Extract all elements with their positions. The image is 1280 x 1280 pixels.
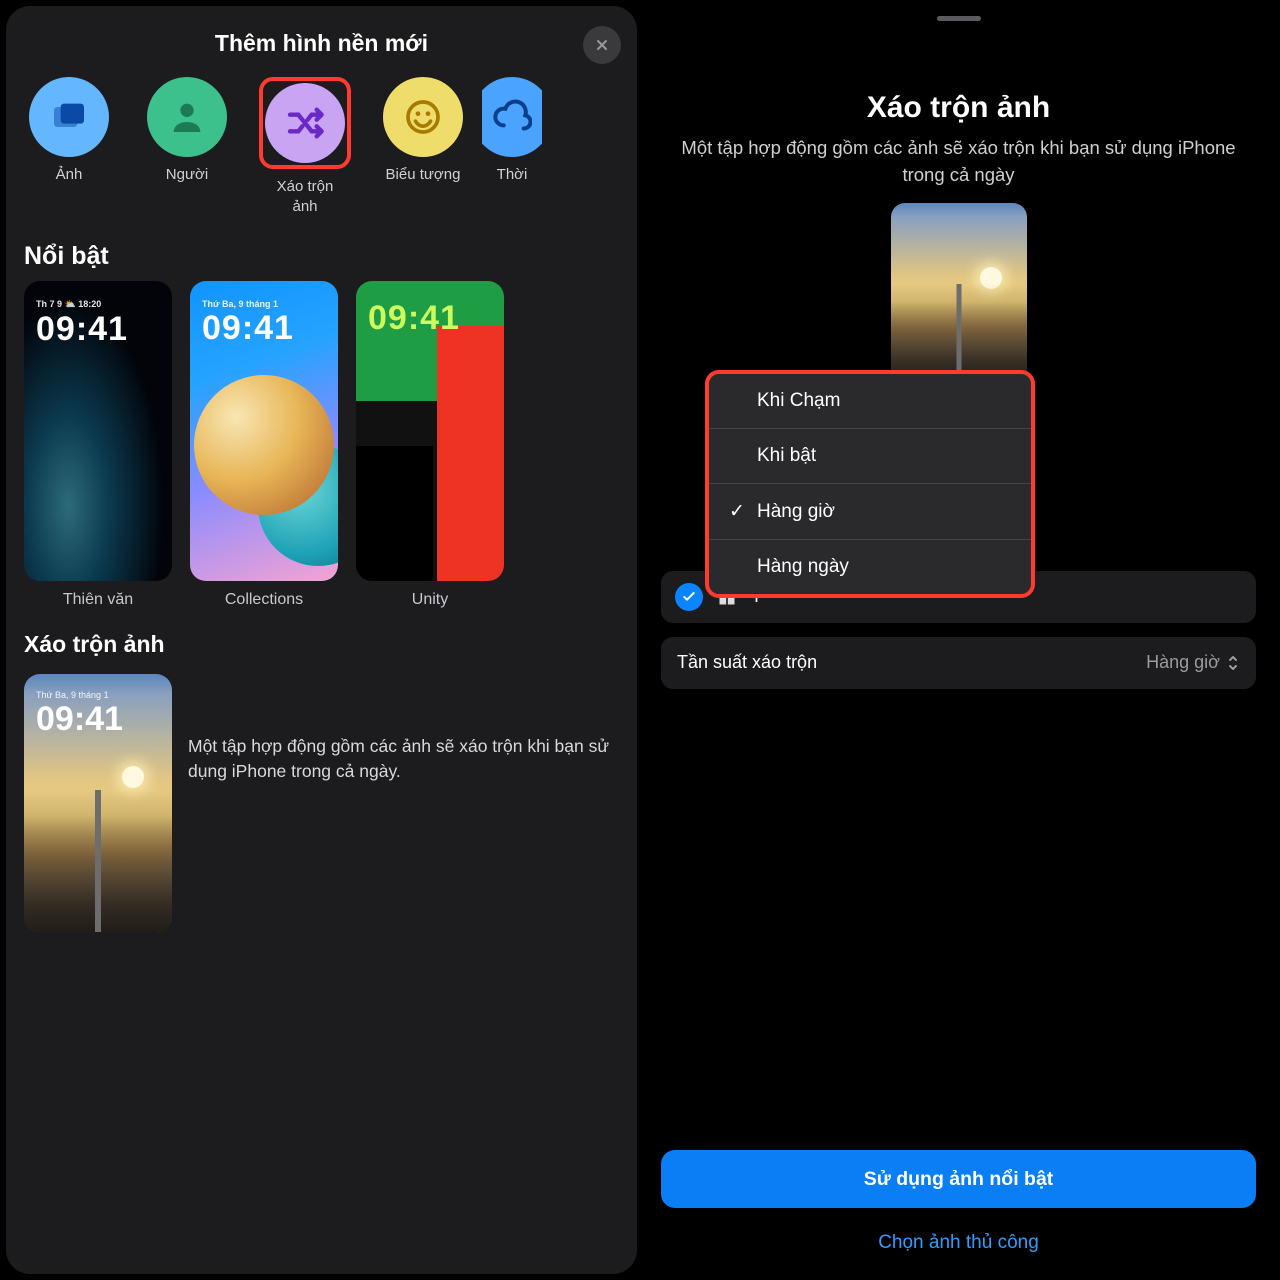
category-weather[interactable]: Thời [482,73,542,218]
frequency-label: Tần suất xáo trộn [677,652,817,673]
menu-item-daily[interactable]: Hàng ngày [709,540,1031,594]
shuffle-section: Thứ Ba, 9 tháng 1 09:41 Một tập hợp động… [6,668,637,938]
wallpaper-picker-screen: Thêm hình nền mới Ảnh Người Xáo trộn ảnh… [6,6,637,1274]
drag-indicator[interactable] [937,16,981,21]
radio-selected [675,583,703,611]
check-icon [681,589,697,605]
featured-thumbnails: Th 7 9 ⛅ 18:2009:41 Thiên văn Thứ Ba, 9 … [6,281,637,609]
frequency-value: Hàng giờ [1146,652,1220,673]
shuffle-description: Một tập hợp động gồm các ảnh sẽ xáo trộn… [188,674,619,785]
featured-item-unity[interactable]: 09:41 Unity [356,281,504,609]
highlight-marker [259,77,351,169]
frequency-menu: Khi Chạm Khi bật ✓Hàng giờ Hàng ngày [705,370,1035,598]
thumb-label: Collections [225,591,303,609]
menu-item-on-wake[interactable]: Khi bật [709,429,1031,484]
category-shuffle[interactable]: Xáo trộn ảnh [246,73,364,218]
thumb-label: Unity [412,591,448,609]
updown-icon [1226,654,1240,672]
wallpaper-preview: 09:41 [356,281,504,581]
person-icon [167,97,207,137]
close-button[interactable] [583,26,621,64]
close-icon [594,37,610,53]
thumb-label: Thiên văn [63,591,133,609]
weather-icon [492,97,532,137]
shuffle-settings-screen: Xáo trộn ảnh Một tập hợp động gồm các ản… [643,6,1274,1274]
choose-manually-link[interactable]: Chọn ảnh thủ công [661,1232,1256,1254]
category-label: Biểu tượng [386,165,461,185]
menu-item-hourly[interactable]: ✓Hàng giờ [709,484,1031,540]
use-featured-button[interactable]: Sử dụng ảnh nổi bật [661,1150,1256,1208]
shuffle-preview[interactable]: Thứ Ba, 9 tháng 1 09:41 [24,674,172,932]
shuffle-icon [285,103,325,143]
category-label: Thời [497,165,528,185]
menu-item-on-tap[interactable]: Khi Chạm [709,374,1031,429]
category-photos[interactable]: Ảnh [10,73,128,218]
shuffle-preview-large [891,203,1027,383]
category-emoji[interactable]: Biểu tượng [364,73,482,218]
wallpaper-preview: Thứ Ba, 9 tháng 109:41 [190,281,338,581]
header: Thêm hình nền mới [6,6,637,67]
photos-icon [49,97,89,137]
frequency-row[interactable]: Tần suất xáo trộn Hàng giờ [661,637,1256,689]
category-label: Xáo trộn ảnh [277,177,334,218]
page-description: Một tập hợp động gồm các ảnh sẽ xáo trộn… [643,125,1274,189]
wallpaper-preview: Th 7 9 ⛅ 18:2009:41 [24,281,172,581]
page-title: Xáo trộn ảnh [643,91,1274,125]
category-people[interactable]: Người [128,73,246,218]
featured-item-astronomy[interactable]: Th 7 9 ⛅ 18:2009:41 Thiên văn [24,281,172,609]
page-title: Thêm hình nền mới [26,30,617,57]
check-icon: ✓ [729,500,747,523]
featured-heading: Nổi bật [6,224,637,281]
shuffle-heading: Xáo trộn ảnh [6,609,637,668]
category-label: Người [166,165,208,185]
category-row: Ảnh Người Xáo trộn ảnh Biểu tượng Thời [6,67,637,224]
emoji-icon [403,97,443,137]
featured-item-collections[interactable]: Thứ Ba, 9 tháng 109:41 Collections [190,281,338,609]
category-label: Ảnh [56,165,83,185]
